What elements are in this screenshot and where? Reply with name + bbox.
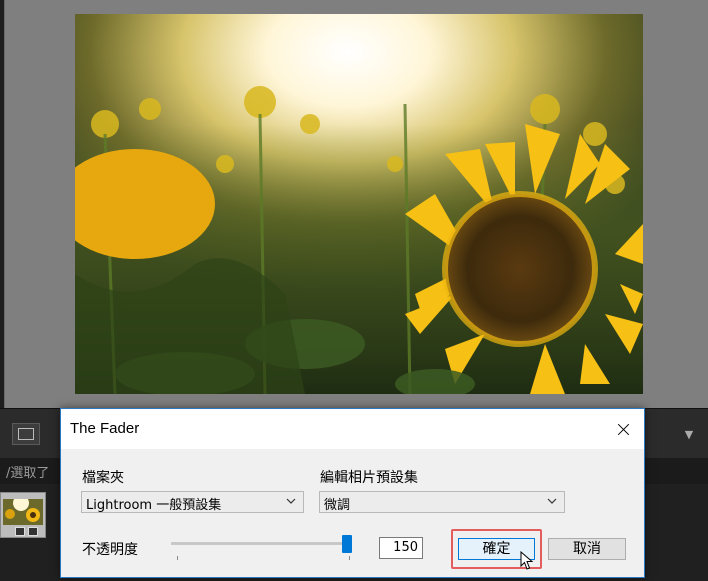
opacity-value-input[interactable]: 150 — [379, 537, 423, 559]
sunflower-photo — [75, 14, 643, 394]
loupe-view-button[interactable] — [12, 423, 40, 445]
mouse-cursor-icon — [520, 551, 534, 570]
opacity-slider-track[interactable] — [171, 542, 347, 545]
loupe-view — [5, 0, 708, 408]
close-button[interactable] — [601, 411, 645, 447]
filmstrip-source-label: /選取了 — [6, 466, 50, 481]
preset-select[interactable]: 微調 — [319, 491, 565, 513]
cancel-button[interactable]: 取消 — [548, 538, 626, 560]
preset-select-value: 微調 — [324, 498, 351, 513]
folder-select[interactable]: Lightroom 一般預設集 — [81, 491, 304, 513]
chevron-down-icon: ▼ — [684, 428, 694, 441]
toolbar-menu-button[interactable]: ▼ — [675, 425, 703, 445]
opacity-label: 不透明度 — [82, 542, 138, 558]
chevron-down-icon — [547, 498, 557, 504]
preset-label: 編輯相片預設集 — [320, 470, 418, 486]
dialog-title: The Fader — [70, 420, 140, 437]
chevron-down-icon — [286, 498, 296, 504]
slider-tick — [349, 556, 350, 560]
folder-select-value: Lightroom 一般預設集 — [86, 498, 222, 513]
slider-tick — [177, 556, 178, 560]
thumbnail-image — [3, 499, 43, 525]
folder-label: 檔案夾 — [82, 470, 124, 486]
fader-dialog: The Fader 檔案夾 Lightroom 一般預設集 編輯相片預設集 微調… — [60, 408, 645, 578]
edited-badge-icon — [15, 527, 25, 536]
filmstrip-thumbnail[interactable] — [0, 492, 46, 538]
opacity-slider-thumb[interactable] — [342, 535, 353, 553]
dialog-titlebar: The Fader — [61, 409, 644, 449]
crop-badge-icon — [28, 527, 38, 536]
opacity-slider-fill — [172, 543, 343, 544]
